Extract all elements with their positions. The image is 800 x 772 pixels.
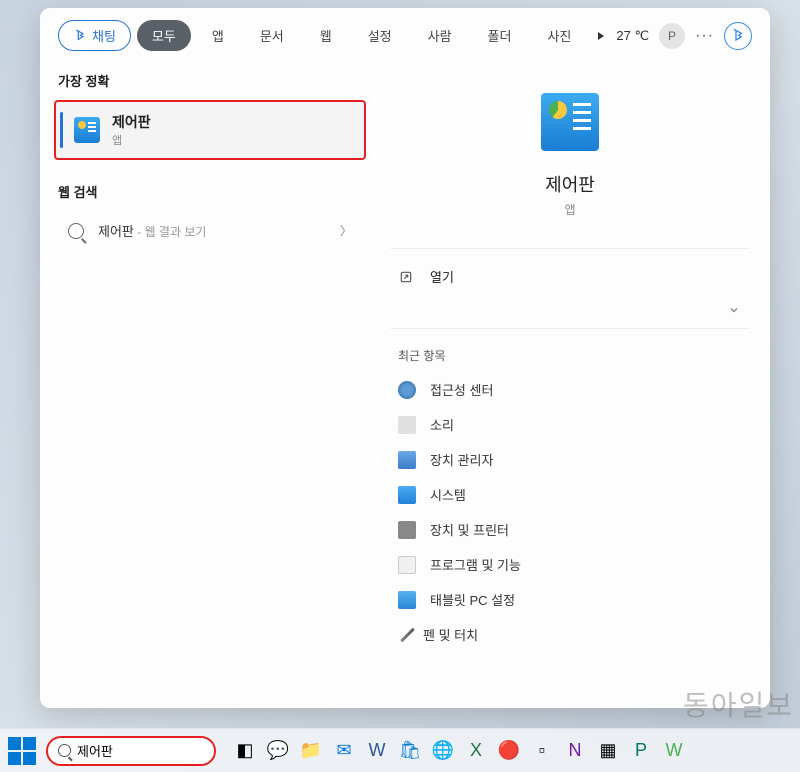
- control-panel-large-icon: [541, 93, 599, 151]
- start-button[interactable]: [8, 737, 36, 765]
- tab-doc[interactable]: 문서: [245, 20, 299, 51]
- web-search-prefix: 제어판: [98, 224, 134, 239]
- tab-photo[interactable]: 사진: [532, 20, 586, 51]
- publisher-icon[interactable]: P: [626, 736, 656, 766]
- recent-item-label: 시스템: [430, 485, 466, 504]
- web-search-label: 웹 검색: [58, 182, 366, 201]
- control-panel-icon: [74, 117, 100, 143]
- result-text: 제어판 앱: [112, 112, 151, 148]
- system-icon: [398, 486, 416, 504]
- tab-chat[interactable]: 채팅: [58, 20, 131, 51]
- recent-item-label: 펜 및 터치: [423, 625, 478, 644]
- preview-title: 제어판: [545, 171, 595, 197]
- taskbar-search-box[interactable]: [46, 736, 216, 766]
- search-icon: [68, 223, 84, 239]
- open-icon: [398, 269, 414, 285]
- recent-item-label: 프로그램 및 기능: [430, 555, 521, 574]
- programs-icon: [398, 556, 416, 574]
- result-title: 제어판: [112, 112, 151, 132]
- recent-item-label: 장치 및 프린터: [430, 520, 509, 539]
- file-explorer-icon[interactable]: 📁: [296, 736, 326, 766]
- app-icon-3[interactable]: W: [659, 736, 689, 766]
- user-avatar[interactable]: P: [659, 23, 685, 49]
- bing-logo-icon[interactable]: [724, 22, 752, 50]
- printer-icon: [398, 521, 416, 539]
- recent-items-label: 최근 항목: [398, 347, 750, 364]
- store-icon[interactable]: 🛍: [395, 736, 425, 766]
- edge-icon[interactable]: 🌐: [428, 736, 458, 766]
- mail-icon[interactable]: ✉: [329, 736, 359, 766]
- task-view-icon[interactable]: ◧: [230, 736, 260, 766]
- word-icon[interactable]: W: [362, 736, 392, 766]
- divider: [390, 248, 750, 249]
- tab-folder[interactable]: 폴더: [473, 20, 527, 51]
- recent-item-label: 태블릿 PC 설정: [430, 590, 515, 609]
- web-search-text: 제어판 - 웹 결과 보기: [98, 221, 206, 240]
- preview-subtitle: 앱: [564, 201, 575, 218]
- web-search-result[interactable]: 제어판 - 웹 결과 보기 〉: [54, 211, 366, 250]
- search-icon: [58, 744, 71, 757]
- tab-app[interactable]: 앱: [197, 20, 239, 51]
- search-tabs-bar: 채팅 모두 앱 문서 웹 설정 사람 폴더 사진 27 ℃ P ···: [40, 8, 770, 63]
- tab-chat-label: 채팅: [92, 26, 116, 45]
- preview-header: 제어판 앱: [390, 73, 750, 242]
- tabs-more-arrow-icon[interactable]: [598, 32, 604, 40]
- tab-settings[interactable]: 설정: [353, 20, 407, 51]
- watermark: 동아일보: [683, 684, 794, 724]
- tab-all[interactable]: 모두: [137, 20, 191, 51]
- excel-icon[interactable]: X: [461, 736, 491, 766]
- recent-item-label: 접근성 센터: [430, 380, 493, 399]
- app-icon-2[interactable]: ▦: [593, 736, 623, 766]
- pen-icon: [400, 627, 415, 642]
- web-search-suffix: - 웹 결과 보기: [134, 225, 207, 239]
- taskbar: ◧ 💬 📁 ✉ W 🛍 🌐 X 🔴 ▫ N ▦ P W: [0, 728, 800, 772]
- more-options-icon[interactable]: ···: [695, 27, 714, 45]
- recent-item-devices-printers[interactable]: 장치 및 프린터: [390, 512, 750, 547]
- device-manager-icon: [398, 451, 416, 469]
- recent-item-sound[interactable]: 소리: [390, 407, 750, 442]
- recent-item-device-manager[interactable]: 장치 관리자: [390, 442, 750, 477]
- search-content: 가장 정확 제어판 앱 웹 검색 제어판 - 웹 결과 보기 〉: [40, 63, 770, 708]
- expand-actions-button[interactable]: [722, 298, 746, 322]
- tab-web[interactable]: 웹: [305, 20, 347, 51]
- chevron-right-icon: 〉: [340, 222, 352, 239]
- best-match-label: 가장 정확: [58, 71, 366, 90]
- weather-widget[interactable]: 27 ℃: [616, 28, 649, 44]
- bing-chat-icon: [73, 29, 87, 43]
- recent-item-label: 장치 관리자: [430, 450, 493, 469]
- recent-item-label: 소리: [430, 415, 454, 434]
- divider: [390, 328, 750, 329]
- sound-icon: [398, 416, 416, 434]
- open-action[interactable]: 열기: [390, 255, 750, 298]
- result-control-panel[interactable]: 제어판 앱: [54, 100, 366, 160]
- taskbar-search-input[interactable]: [77, 743, 253, 758]
- recent-item-tablet[interactable]: 태블릿 PC 설정: [390, 582, 750, 617]
- taskbar-pinned-apps: ◧ 💬 📁 ✉ W 🛍 🌐 X 🔴 ▫ N ▦ P W: [230, 736, 689, 766]
- app-icon[interactable]: ▫: [527, 736, 557, 766]
- onenote-icon[interactable]: N: [560, 736, 590, 766]
- accessibility-icon: [398, 381, 416, 399]
- tablet-icon: [398, 591, 416, 609]
- recent-item-accessibility[interactable]: 접근성 센터: [390, 372, 750, 407]
- open-label: 열기: [430, 267, 454, 286]
- recent-item-programs[interactable]: 프로그램 및 기능: [390, 547, 750, 582]
- tab-people[interactable]: 사람: [413, 20, 467, 51]
- preview-pane: 제어판 앱 열기 최근 항목 접근성 센터: [380, 63, 770, 708]
- results-pane: 가장 정확 제어판 앱 웹 검색 제어판 - 웹 결과 보기 〉: [40, 63, 380, 708]
- recent-item-pen-touch[interactable]: 펜 및 터치: [390, 617, 750, 652]
- recent-item-system[interactable]: 시스템: [390, 477, 750, 512]
- chat-icon[interactable]: 💬: [263, 736, 293, 766]
- chrome-icon[interactable]: 🔴: [494, 736, 524, 766]
- search-panel: 채팅 모두 앱 문서 웹 설정 사람 폴더 사진 27 ℃ P ··· 가장 정…: [40, 8, 770, 708]
- result-subtitle: 앱: [112, 132, 151, 148]
